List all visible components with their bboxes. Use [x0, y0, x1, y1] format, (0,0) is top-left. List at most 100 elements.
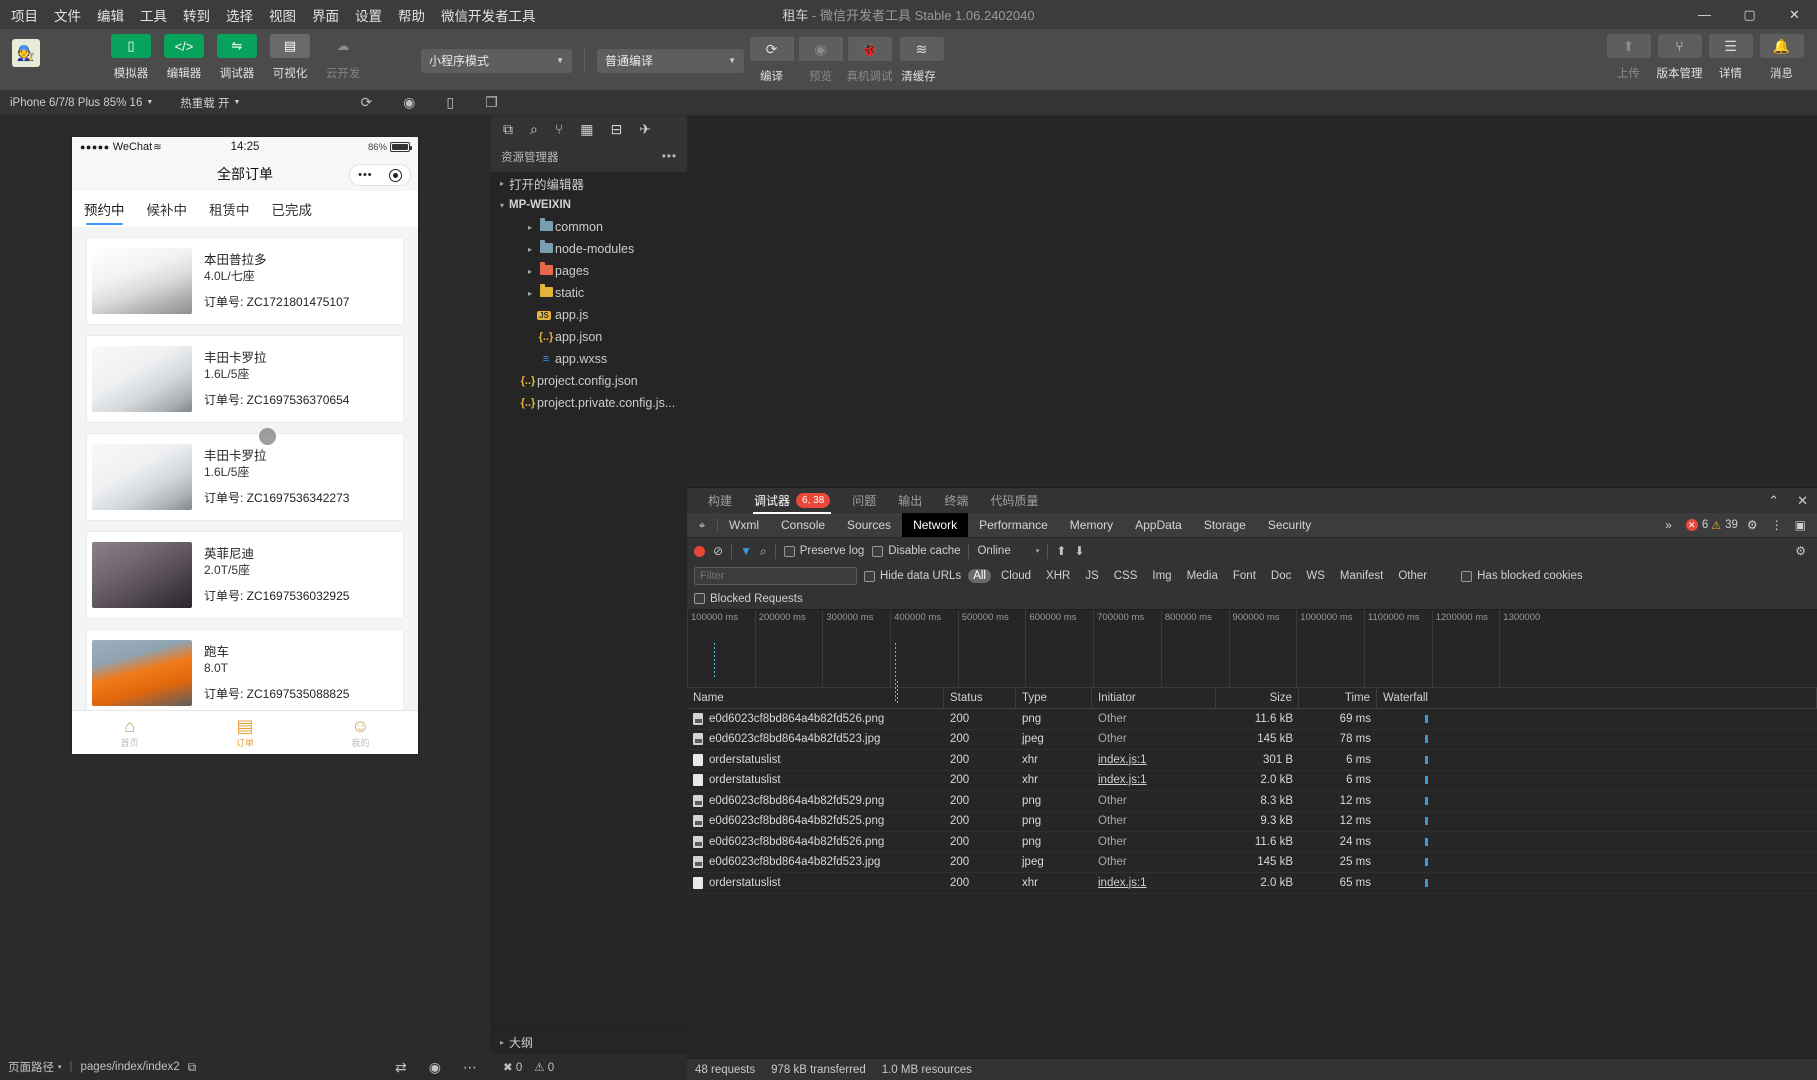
tree-item-5[interactable]: ▸ static	[491, 282, 687, 304]
menu-item-2[interactable]: 编辑	[97, 5, 124, 25]
menu-item-1[interactable]: 文件	[54, 5, 81, 25]
search-icon[interactable]: ⌕	[530, 121, 538, 138]
record-icon[interactable]	[694, 545, 705, 557]
wechat-icon[interactable]: ✈	[639, 121, 651, 138]
filter-icon[interactable]: ▼	[740, 544, 752, 558]
panel-tab-0[interactable]: 构建	[697, 488, 743, 514]
view-button-1[interactable]: </> 编辑器	[159, 34, 209, 81]
more-icon[interactable]: •••	[662, 151, 677, 163]
column-header-time[interactable]: Time	[1299, 688, 1377, 709]
order-tab-2[interactable]: 租赁中	[209, 193, 250, 225]
toolbar-right-button-1[interactable]: ⑂ 版本管理	[1656, 34, 1703, 81]
import-har-icon[interactable]: ⬆	[1056, 544, 1066, 558]
devtools-tab-performance[interactable]: Performance	[968, 513, 1059, 537]
collapse-icon[interactable]: ⌃	[1759, 493, 1788, 509]
panel-tab-5[interactable]: 代码质量	[979, 488, 1049, 514]
maximize-icon[interactable]: ▢	[1727, 0, 1772, 29]
tree-item-7[interactable]: ▸{..}app.json	[491, 326, 687, 348]
column-header-size[interactable]: Size	[1216, 688, 1299, 709]
panel-tab-4[interactable]: 终端	[933, 488, 979, 514]
tree-item-6[interactable]: ▸JS app.js	[491, 304, 687, 326]
view-button-0[interactable]: ▯ 模拟器	[106, 34, 156, 81]
outline-section[interactable]: ▸ 大纲	[491, 1030, 687, 1054]
toolbar-right-button-0[interactable]: ⬆ 上传	[1605, 34, 1652, 81]
network-timeline-overview[interactable]: 100000 ms 200000 ms 300000 ms 400000 ms 5000…	[687, 610, 1817, 703]
filter-type-manifest[interactable]: Manifest	[1335, 569, 1388, 583]
refresh-icon[interactable]: ⟳	[360, 94, 372, 111]
file-tree[interactable]: ▸ 打开的编辑器 ▾ MP-WEIXIN ▸ common ▸ node-modules ▸ pa…	[491, 172, 687, 1030]
menu-item-3[interactable]: 工具	[140, 5, 167, 25]
filter-type-cloud[interactable]: Cloud	[996, 569, 1036, 583]
filter-type-css[interactable]: CSS	[1109, 569, 1143, 583]
menu-item-9[interactable]: 帮助	[398, 5, 425, 25]
tree-item-9[interactable]: ▸{..}project.config.json	[491, 370, 687, 392]
phone-tab-1[interactable]: ▤ 订单	[187, 711, 302, 754]
order-card-4[interactable]: 跑车 8.0T 订单号: ZC1697535088825	[86, 629, 404, 710]
menu-item-4[interactable]: 转到	[183, 5, 210, 25]
gear-icon[interactable]: ⚙	[1741, 518, 1764, 532]
action-button-1[interactable]: ◉ 预览	[797, 37, 844, 84]
column-header-waterfall[interactable]: Waterfall	[1377, 688, 1817, 709]
view-button-4[interactable]: ☁ 云开发	[318, 34, 368, 81]
panel-tab-3[interactable]: 输出	[887, 488, 933, 514]
menu-item-5[interactable]: 选择	[226, 5, 253, 25]
close-capsule-icon[interactable]	[388, 168, 402, 182]
order-tab-3[interactable]: 已完成	[272, 193, 313, 225]
more-icon[interactable]: ⋮	[1767, 518, 1787, 532]
close-icon[interactable]: ✕	[1772, 0, 1817, 29]
filter-type-font[interactable]: Font	[1228, 569, 1261, 583]
panel-tab-2[interactable]: 问题	[841, 488, 887, 514]
error-count-group[interactable]: ✖ 0	[503, 1060, 522, 1074]
inspect-element-icon[interactable]: ⌖	[687, 513, 717, 537]
order-card-1[interactable]: 丰田卡罗拉 1.6L/5座 订单号: ZC1697536370654	[86, 335, 404, 423]
disable-cache-checkbox[interactable]: Disable cache	[872, 545, 960, 557]
column-header-name[interactable]: Name	[687, 688, 944, 709]
table-row[interactable]: e0d6023cf8bd864a4b82fd526.png 200 png Other…	[687, 709, 1817, 730]
initiator-link[interactable]: index.js:1	[1098, 877, 1147, 889]
avatar[interactable]: 🧑‍🔧	[12, 39, 40, 67]
column-header-type[interactable]: Type	[1016, 688, 1092, 709]
table-row[interactable]: orderstatuslist 200 xhr index.js:1 301 B 6 ms	[687, 750, 1817, 771]
throttle-select[interactable]: Online ▾	[977, 545, 1039, 557]
menu-item-7[interactable]: 界面	[312, 5, 339, 25]
extensions-icon[interactable]: ▦	[580, 121, 593, 138]
hot-reload-select[interactable]: 热重载 开	[180, 95, 229, 111]
view-button-2[interactable]: ⇋ 调试器	[212, 34, 262, 81]
eye-icon[interactable]: ◉	[429, 1059, 441, 1076]
tree-item-4[interactable]: ▸ pages	[491, 260, 687, 282]
tree-item-2[interactable]: ▸ common	[491, 216, 687, 238]
tree-item-8[interactable]: ▸ ≡ app.wxss	[491, 348, 687, 370]
table-body[interactable]: e0d6023cf8bd864a4b82fd526.png 200 png Other…	[687, 709, 1817, 894]
phone-tab-0[interactable]: ⌂ 首页	[72, 711, 187, 754]
close-icon[interactable]: ✕	[1788, 493, 1817, 509]
table-row[interactable]: e0d6023cf8bd864a4b82fd523.jpg 200 jpeg Othe…	[687, 853, 1817, 873]
tree-item-3[interactable]: ▸ node-modules	[491, 238, 687, 260]
menu-item-8[interactable]: 设置	[355, 5, 382, 25]
action-button-2[interactable]: 🐞 真机调试	[846, 37, 893, 84]
device-select[interactable]: iPhone 6/7/8 Plus 85% 16	[10, 97, 142, 109]
order-card-3[interactable]: 英菲尼迪 2.0T/5座 订单号: ZC1697536032925	[86, 531, 404, 619]
mode-select[interactable]: 小程序模式 ▼	[421, 48, 572, 73]
action-button-3[interactable]: ≋ 清缓存	[895, 37, 944, 84]
more-icon[interactable]: ⋯	[463, 1059, 477, 1076]
devtools-tab-security[interactable]: Security	[1257, 513, 1322, 537]
devtools-tab-wxml[interactable]: Wxml	[718, 513, 770, 537]
filter-input[interactable]	[694, 567, 857, 585]
source-control-icon[interactable]: ⑂	[555, 121, 563, 137]
devtools-tab-memory[interactable]: Memory	[1059, 513, 1124, 537]
export-har-icon[interactable]: ⬇	[1074, 544, 1084, 558]
menu-item-0[interactable]: 项目	[11, 5, 38, 25]
order-card-2[interactable]: 丰田卡罗拉 1.6L/5座 订单号: ZC1697536342273	[86, 428, 404, 521]
filter-type-doc[interactable]: Doc	[1266, 569, 1296, 583]
panel-tab-1[interactable]: 调试器 6, 38	[743, 488, 841, 514]
toolbar-right-button-2[interactable]: ☰ 详情	[1707, 34, 1754, 81]
table-row[interactable]: orderstatuslist 200 xhr index.js:1 2.0 kB 65 …	[687, 873, 1817, 894]
blocked-requests-checkbox[interactable]: Blocked Requests	[694, 593, 803, 605]
page-path-value[interactable]: pages/index/index2	[81, 1061, 180, 1073]
column-header-initiator[interactable]: Initiator	[1092, 688, 1216, 709]
hide-data-urls-checkbox[interactable]: Hide data URLs	[864, 570, 961, 582]
order-tab-0[interactable]: 预约中	[84, 193, 125, 225]
table-row[interactable]: orderstatuslist 200 xhr index.js:1 2.0 kB 6 m…	[687, 771, 1817, 791]
devtools-tab-storage[interactable]: Storage	[1193, 513, 1257, 537]
gear-icon[interactable]: ⚙	[1795, 544, 1806, 558]
